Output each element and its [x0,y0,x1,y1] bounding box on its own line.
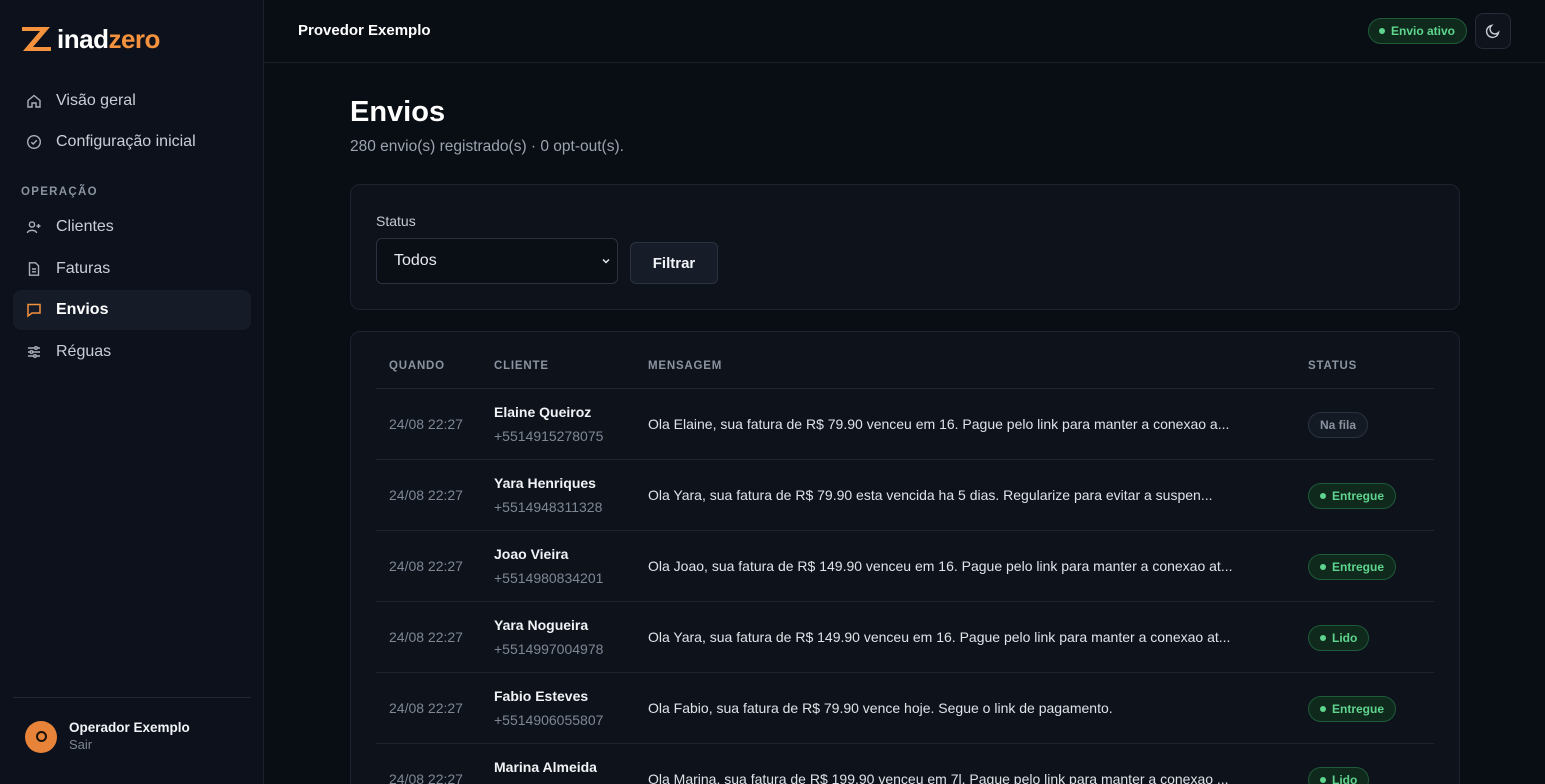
sidebar-item-envios[interactable]: Envios [13,290,251,330]
status-dot-icon [1320,706,1326,712]
column-header-cliente: CLIENTE [494,360,549,372]
user-name: Operador Exemplo [69,720,190,735]
logo-z-icon [22,27,51,51]
cell-when: 24/08 22:27 [389,700,463,716]
sidebar-item-label: Visão geral [56,92,136,109]
cell-client-name: Yara Henriques [494,475,596,491]
cell-message: Ola Marina, sua fatura de R$ 199.90 venc… [648,771,1229,784]
cell-message: Ola Elaine, sua fatura de R$ 79.90 vence… [648,416,1230,432]
sidebar-item-faturas[interactable]: Faturas [13,249,251,289]
status-badge: Na fila [1308,412,1369,438]
sidebar-item-configuracao[interactable]: Configuração inicial [13,122,251,162]
sidebar-item-label: Faturas [56,260,111,277]
cell-when: 24/08 22:27 [389,629,463,645]
cell-client-phone: +5514980834201 [494,570,604,586]
cell-client-name: Yara Nogueira [494,617,589,633]
status-badge-label: Entregue [1332,702,1385,716]
column-header-quando: QUANDO [389,360,445,372]
check-circle-icon [26,134,42,150]
logo[interactable]: inadzero [21,25,160,53]
cell-message: Ola Fabio, sua fatura de R$ 79.90 vence … [648,700,1113,716]
cell-message: Ola Joao, sua fatura de R$ 149.90 venceu… [648,558,1233,574]
status-badge: Entregue [1308,696,1397,722]
user-plus-icon [26,219,42,235]
cell-client-phone: +5514906055807 [494,712,604,728]
cell-client-name: Marina Almeida [494,759,597,775]
sidebar-item-label: Réguas [56,343,112,360]
cell-client-phone: +5514948311328 [494,499,603,515]
filter-card: Status Todos Filtrar [350,184,1460,310]
cell-message: Ola Yara, sua fatura de R$ 79.90 esta ve… [648,487,1213,503]
sliders-icon [26,344,42,360]
status-dot-icon [1320,564,1326,570]
cell-when: 24/08 22:27 [389,771,463,784]
status-badge: Envio ativo [1367,18,1467,44]
table-row[interactable]: 24/08 22:27 Fabio Esteves +5514906055807… [376,673,1434,744]
sidebar-item-label: Envios [56,301,109,318]
provider-name: Provedor Exemplo [298,22,431,39]
status-dot-icon [1378,28,1385,34]
status-badge: Entregue [1308,483,1397,509]
chevron-down-icon [602,258,610,264]
status-badge-label: Envio ativo [1390,24,1455,38]
page-title: Envios [350,96,446,128]
filter-label: Status [376,213,416,229]
sidebar-item-visao-geral[interactable]: Visão geral [13,81,251,121]
status-dot-icon [1320,777,1326,783]
user-menu[interactable]: Operador Exemplo Sair [25,720,190,753]
avatar [25,720,57,753]
table-row[interactable]: 24/08 22:27 Joao Vieira +5514980834201 O… [376,531,1434,602]
theme-toggle-button[interactable] [1475,13,1511,49]
filter-button[interactable]: Filtrar [630,242,718,284]
status-badge-label: Lido [1332,631,1358,645]
table-row[interactable]: 24/08 22:27 Marina Almeida Ola Marina, s… [376,744,1434,784]
logout-link[interactable]: Sair [69,736,190,753]
sidebar-item-label: Configuração inicial [56,133,196,150]
cell-client-name: Fabio Esteves [494,688,589,704]
status-badge-label: Lido [1332,773,1358,784]
table-row[interactable]: 24/08 22:27 Yara Nogueira +5514997004978… [376,602,1434,673]
home-icon [26,93,42,109]
cell-when: 24/08 22:27 [389,416,463,432]
logo-text: inadzero [57,24,160,54]
topbar: Provedor Exemplo Envio ativo [264,0,1545,63]
cell-client-name: Elaine Queiroz [494,404,592,420]
status-select-value: Todos [394,252,437,269]
document-icon [26,261,42,277]
status-badge: Entregue [1308,554,1397,580]
sidebar: inadzero Visão geral Configuração inicia… [0,0,264,784]
status-dot-icon [1320,493,1326,499]
cell-client-phone: +5514915278075 [494,428,604,444]
status-select[interactable]: Todos [376,238,618,284]
status-badge: Lido [1308,625,1370,651]
cell-client-phone: +5514997004978 [494,641,604,657]
moon-icon [1485,24,1500,39]
cell-when: 24/08 22:27 [389,487,463,503]
status-dot-icon [1320,635,1326,641]
status-badge: Lido [1308,767,1370,784]
message-icon [26,302,42,318]
sidebar-item-label: Clientes [56,218,114,235]
section-label-operacao: OPERAÇÃO [21,186,98,198]
page-subtitle: 280 envio(s) registrado(s) · 0 opt-out(s… [350,138,624,155]
sidebar-divider [13,697,251,698]
column-header-status: STATUS [1308,360,1358,372]
status-badge-label: Entregue [1332,560,1385,574]
sidebar-item-reguas[interactable]: Réguas [13,332,251,372]
column-header-mensagem: MENSAGEM [648,360,723,372]
status-badge-label: Entregue [1332,489,1385,503]
cell-client-name: Joao Vieira [494,546,569,562]
table-row[interactable]: 24/08 22:27 Elaine Queiroz +551491527807… [376,389,1434,460]
table-row[interactable]: 24/08 22:27 Yara Henriques +551494831132… [376,460,1434,531]
sidebar-item-clientes[interactable]: Clientes [13,207,251,247]
cell-message: Ola Yara, sua fatura de R$ 149.90 venceu… [648,629,1231,645]
envios-table: QUANDO CLIENTE MENSAGEM STATUS 24/08 22:… [350,331,1460,784]
cell-when: 24/08 22:27 [389,558,463,574]
